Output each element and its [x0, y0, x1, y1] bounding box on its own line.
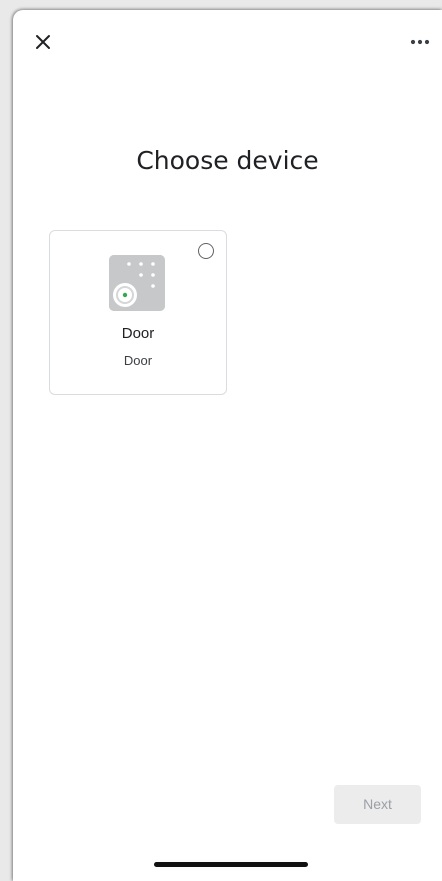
more-options-button[interactable] — [406, 30, 434, 54]
door-lock-keypad-icon — [109, 255, 165, 311]
next-button[interactable]: Next — [334, 785, 421, 824]
app-screen: Choose device Door Door Next — [13, 10, 442, 881]
close-button[interactable] — [31, 30, 55, 54]
home-indicator[interactable] — [154, 862, 308, 867]
page-title: Choose device — [136, 146, 319, 175]
close-icon[interactable] — [31, 30, 55, 54]
device-name: Door — [121, 325, 155, 342]
device-room: Door — [123, 353, 153, 368]
device-select-radio[interactable] — [198, 243, 214, 259]
device-card-door[interactable]: Door Door — [49, 230, 227, 395]
more-horizontal-icon[interactable] — [406, 30, 434, 54]
